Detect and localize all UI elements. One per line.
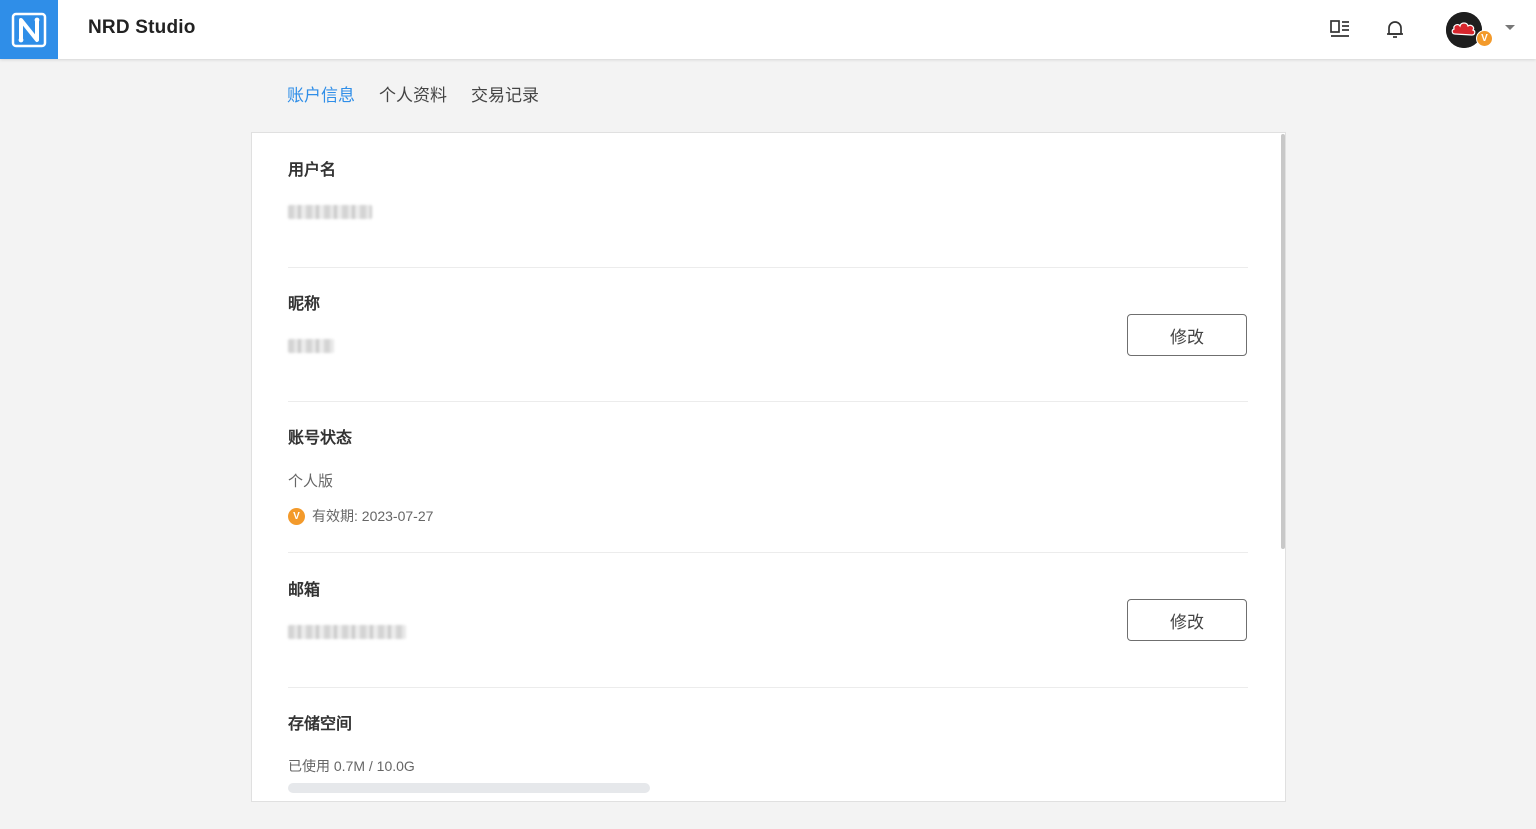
username-value [288, 205, 1248, 225]
bell-icon[interactable] [1383, 17, 1407, 41]
layout-icon[interactable] [1328, 17, 1352, 41]
vip-badge: V [1476, 30, 1493, 47]
edit-email-button[interactable]: 修改 [1127, 599, 1247, 641]
chevron-down-icon[interactable] [1505, 25, 1515, 30]
storage-label: 存储空间 [288, 716, 353, 733]
storage-section: 存储空间 已使用 0.7M / 10.0G [288, 715, 1248, 793]
account-info-card: 用户名 昵称 修改 账号状态 个人版 V 有效期: 2023-07-27 邮箱 … [251, 132, 1286, 802]
username-label: 用户名 [288, 162, 337, 179]
nickname-section: 昵称 [288, 295, 1248, 359]
plan-name: 个人版 [288, 473, 334, 490]
edit-nickname-button[interactable]: 修改 [1127, 314, 1247, 356]
tab-profile[interactable]: 个人资料 [379, 85, 447, 107]
storage-progress-bar [288, 783, 650, 793]
tab-transactions[interactable]: 交易记录 [471, 85, 539, 107]
nickname-value [288, 339, 1248, 359]
top-bar: NRD Studio V [0, 0, 1536, 59]
divider [288, 552, 1248, 553]
email-section: 邮箱 [288, 581, 1248, 645]
validity-text: 有效期: 2023-07-27 [312, 508, 434, 524]
tab-account-info[interactable]: 账户信息 [287, 85, 355, 107]
divider [288, 267, 1248, 268]
divider [288, 401, 1248, 402]
logo[interactable] [0, 0, 58, 59]
app-title: NRD Studio [88, 17, 196, 38]
logo-icon [11, 12, 47, 47]
vip-icon: V [288, 507, 305, 525]
account-tabs: 账户信息 个人资料 交易记录 [287, 85, 539, 107]
redacted-nickname [288, 339, 334, 353]
username-section: 用户名 [288, 161, 1248, 225]
card-scrollbar[interactable] [1281, 134, 1285, 549]
nickname-label: 昵称 [288, 296, 321, 313]
storage-usage-text: 已使用 0.7M / 10.0G [288, 758, 415, 774]
redacted-username [288, 205, 372, 219]
email-value [288, 625, 1248, 645]
redacted-email [288, 625, 406, 639]
account-status-label: 账号状态 [288, 430, 353, 447]
account-status-section: 账号状态 个人版 V 有效期: 2023-07-27 [288, 429, 1248, 526]
validity-line: V 有效期: 2023-07-27 [288, 506, 1248, 526]
email-label: 邮箱 [288, 582, 321, 599]
divider [288, 687, 1248, 688]
